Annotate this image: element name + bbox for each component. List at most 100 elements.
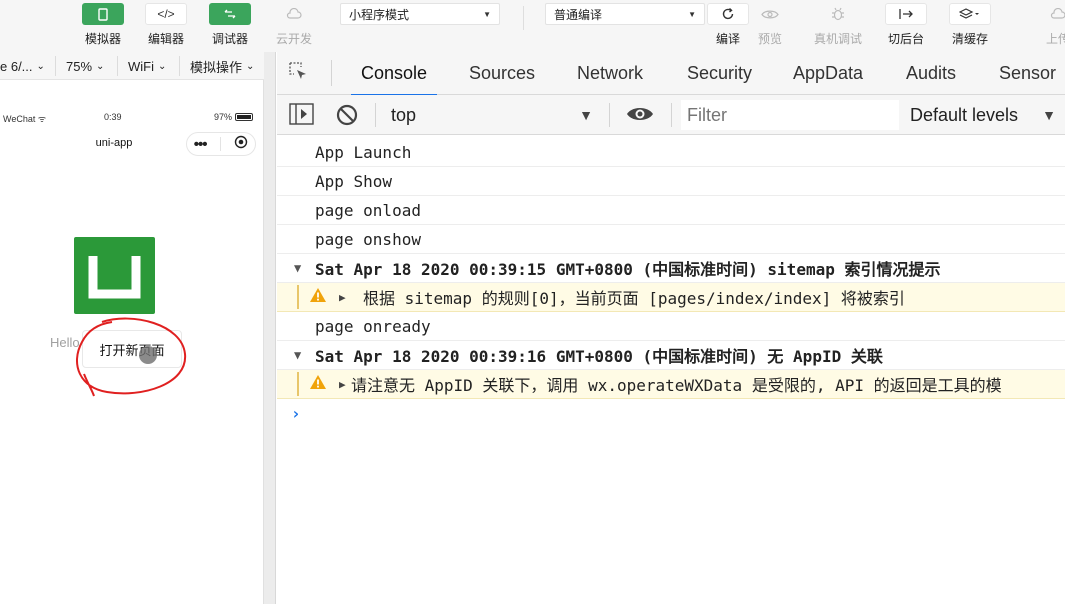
tab-appdata[interactable]: AppData: [793, 52, 863, 95]
cloud-dev-button[interactable]: 云开发: [264, 3, 324, 47]
group-indent-line: [297, 372, 299, 396]
upload-label: 上传: [1045, 32, 1065, 46]
console-group-text: Sat Apr 18 2020 00:39:15 GMT+0800 (中国标准时…: [315, 260, 941, 279]
zoom-select[interactable]: 75% ⌄: [66, 52, 104, 80]
carrier-label: WeChat: [3, 114, 36, 124]
console-toolbar: top ▼ Default levels ▼: [277, 95, 1065, 135]
context-value: top: [391, 104, 417, 125]
chevron-down-icon: ⌄: [96, 60, 105, 72]
console-warning-row[interactable]: ▶ 请注意无 AppID 关联下，调用 wx.operateWXData 是受限…: [277, 370, 1065, 399]
chevron-down-icon: ⌄: [158, 60, 167, 72]
tab-sensor[interactable]: Sensor: [999, 52, 1056, 95]
eye-icon[interactable]: [626, 104, 654, 129]
zoom-value: 75%: [66, 58, 93, 74]
collapse-arrow-icon[interactable]: ▶: [339, 291, 357, 304]
bug-icon: [817, 3, 859, 25]
console-log-text: page onshow: [315, 229, 421, 249]
simulate-ops-select[interactable]: 模拟操作 ⌄: [190, 52, 254, 80]
devtools-tabbar: Console Sources Network Security AppData…: [277, 52, 1065, 96]
battery-percent: 97%: [214, 112, 233, 122]
status-time: 0:39: [104, 112, 122, 122]
tab-network[interactable]: Network: [577, 52, 643, 95]
close-target-icon[interactable]: [234, 135, 248, 154]
console-log-row: App Show: [277, 167, 1065, 196]
device-select[interactable]: e 6/... ⌄: [0, 52, 45, 80]
warning-icon: [309, 374, 327, 394]
clear-console-icon[interactable]: [335, 103, 359, 132]
warning-icon: [309, 287, 327, 307]
sidebar-toggle-icon[interactable]: [289, 103, 314, 130]
remote-debug-label: 真机调试: [813, 32, 862, 46]
divider: [671, 103, 672, 127]
console-group-header[interactable]: ▼ Sat Apr 18 2020 00:39:15 GMT+0800 (中国标…: [277, 254, 1065, 283]
mode-select-value: 小程序模式: [349, 7, 410, 22]
console-group-header[interactable]: ▼ Sat Apr 18 2020 00:39:16 GMT+0800 (中国标…: [277, 341, 1065, 370]
log-levels-select[interactable]: Default levels ▼: [910, 95, 1056, 135]
red-annotation-circle: [76, 317, 187, 397]
chevron-down-icon: ⌄: [246, 60, 255, 72]
cloud-upload-icon: [1037, 3, 1065, 25]
compile-mode-select[interactable]: 普通编译 ▼: [545, 3, 705, 25]
context-select[interactable]: top ▼: [383, 95, 599, 135]
tab-security[interactable]: Security: [687, 52, 752, 95]
inspect-element-icon[interactable]: [287, 60, 311, 89]
debugger-toggle[interactable]: 调试器: [200, 3, 260, 47]
expand-triangle-icon[interactable]: ▼: [294, 261, 315, 275]
console-output: App Launch App Show page onload page ons…: [277, 136, 1065, 604]
more-icon[interactable]: •••: [194, 136, 208, 153]
console-warning-text: 请注意无 AppID 关联下，调用 wx.operateWXData 是受限的,…: [351, 376, 1002, 395]
layers-icon: [949, 3, 991, 25]
collapse-arrow-icon[interactable]: ▶: [339, 378, 351, 391]
mini-program-capsule[interactable]: •••: [186, 132, 256, 156]
clear-cache-label: 清缓存: [951, 32, 988, 46]
remote-debug-button[interactable]: 真机调试: [808, 3, 868, 47]
status-battery: 97%: [214, 112, 254, 122]
console-log-row: page onready: [277, 312, 1065, 341]
switch-background-icon: [885, 3, 927, 25]
chevron-down-icon: ▼: [579, 107, 593, 123]
preview-button[interactable]: 预览: [740, 3, 800, 47]
cloud-dev-label: 云开发: [275, 32, 312, 46]
simulator-label: 模拟器: [84, 32, 121, 46]
filter-input[interactable]: [681, 100, 899, 130]
editor-label: 编辑器: [147, 32, 184, 46]
status-carrier: WeChat ᯤ: [3, 112, 46, 125]
tab-console[interactable]: Console: [350, 52, 438, 96]
expand-triangle-icon[interactable]: ▼: [294, 348, 315, 362]
background-button[interactable]: 切后台: [876, 3, 936, 47]
simulator-scrollbar[interactable]: [264, 52, 276, 604]
divider: [117, 56, 118, 76]
divider: [331, 60, 332, 86]
background-label: 切后台: [887, 32, 924, 46]
logo-letter: U: [114, 286, 115, 288]
divider: [609, 103, 610, 127]
clear-cache-button[interactable]: 清缓存: [940, 3, 1000, 47]
chevron-down-icon: ▼: [1042, 107, 1056, 123]
preview-label: 预览: [757, 32, 782, 46]
tab-audits[interactable]: Audits: [906, 52, 956, 95]
upload-button[interactable]: 上传: [1028, 3, 1065, 47]
chevron-down-icon: ▼: [688, 9, 696, 19]
debugger-label: 调试器: [211, 32, 248, 46]
network-select[interactable]: WiFi ⌄: [128, 52, 166, 80]
console-warning-row[interactable]: ▶ 根据 sitemap 的规则[0]，当前页面 [pages/index/in…: [277, 283, 1065, 312]
editor-toggle[interactable]: </> 编辑器: [136, 3, 196, 47]
wifi-icon: ᯤ: [37, 114, 47, 124]
battery-icon: [235, 113, 254, 121]
console-prompt-icon[interactable]: ›: [291, 404, 301, 423]
debug-panel-icon: [209, 3, 251, 25]
tab-sources[interactable]: Sources: [469, 52, 535, 95]
phone-icon: [82, 3, 124, 25]
simulator-toggle[interactable]: 模拟器: [73, 3, 133, 47]
simulator-toolbar: e 6/... ⌄ 75% ⌄ WiFi ⌄ 模拟操作 ⌄: [0, 52, 264, 80]
console-warning-text: 根据 sitemap 的规则[0]，当前页面 [pages/index/inde…: [363, 289, 905, 308]
simulate-ops-value: 模拟操作: [190, 59, 243, 75]
mode-select[interactable]: 小程序模式 ▼: [340, 3, 500, 25]
divider: [219, 137, 221, 151]
compile-mode-value: 普通编译: [554, 7, 603, 22]
divider: [55, 56, 56, 76]
divider: [179, 56, 180, 76]
cloud-icon: [273, 3, 315, 25]
console-log-text: App Show: [315, 171, 393, 191]
device-value: e 6/...: [0, 58, 33, 74]
